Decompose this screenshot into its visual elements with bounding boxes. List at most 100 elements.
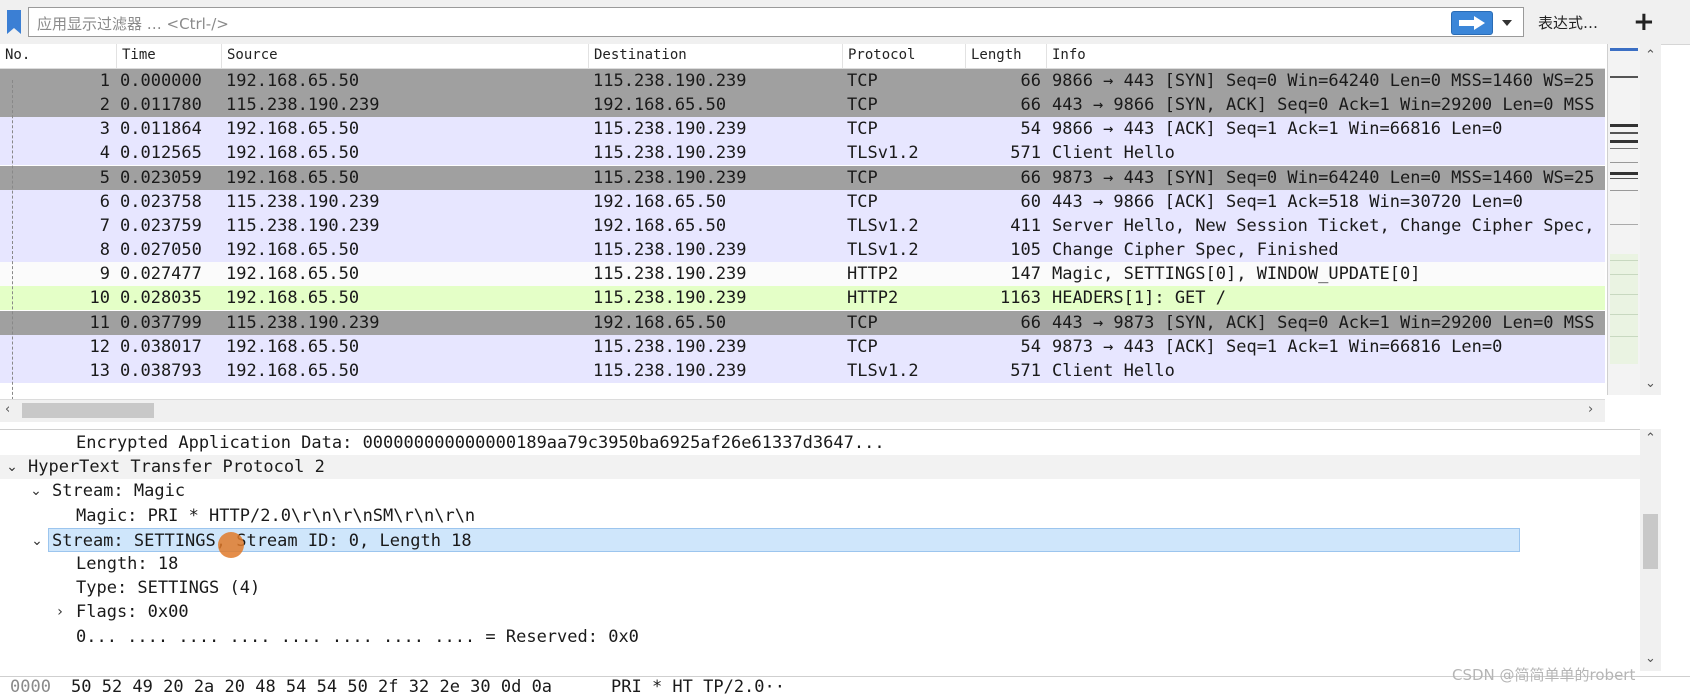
- cell-destination: 115.238.190.239: [593, 119, 747, 140]
- cell-length: 571: [1010, 143, 1041, 164]
- cell-info: Change Cipher Spec, Finished: [1052, 240, 1339, 261]
- scroll-down-arrow-icon[interactable]: ⌄: [1645, 651, 1656, 666]
- cell-source: 192.168.65.50: [226, 360, 360, 381]
- cell-info: 443 → 9873 [SYN, ACK] Seq=0 Ack=1 Win=29…: [1052, 312, 1595, 333]
- cell-no: 3: [99, 119, 110, 140]
- packet-minimap[interactable]: [1607, 44, 1640, 395]
- detail-item-text: Magic: PRI * HTTP/2.0\r\n\r\nSM\r\n\r\n: [76, 505, 476, 526]
- detail-tree-item[interactable]: Type: SETTINGS (4): [0, 576, 1640, 600]
- packet-list-horizontal-scrollbar[interactable]: ‹ ›: [0, 399, 1605, 422]
- cell-source: 192.168.65.50: [226, 71, 360, 91]
- watermark: CSDN @简简单单的robert: [1452, 666, 1636, 684]
- cell-source: 192.168.65.50: [226, 336, 360, 357]
- packet-list-vertical-scrollbar[interactable]: ⌃ ⌄: [1640, 44, 1661, 395]
- bytes-ascii[interactable]: PRI * HT TP/2.0··: [611, 677, 785, 695]
- detail-tree-item[interactable]: ⌄ HyperText Transfer Protocol 2: [0, 455, 1640, 480]
- expanded-chevron-icon[interactable]: ⌄: [4, 455, 20, 479]
- column-header-destination[interactable]: Destination: [594, 47, 687, 63]
- cell-protocol: TCP: [847, 336, 878, 357]
- expanded-chevron-icon[interactable]: ⌄: [29, 529, 45, 553]
- scroll-left-arrow-icon[interactable]: ‹: [5, 402, 10, 417]
- cell-time: 0.037799: [120, 312, 202, 333]
- column-header-no[interactable]: No.: [5, 47, 30, 63]
- bookmark-icon[interactable]: [6, 10, 22, 34]
- display-filter-input[interactable]: 应用显示过滤器 … <Ctrl-/>: [28, 7, 1524, 37]
- details-vertical-scrollbar[interactable]: ⌃ ⌄: [1640, 429, 1661, 671]
- packet-row[interactable]: 9 0.027477 192.168.65.50 115.238.190.239 HTT…: [0, 262, 1605, 287]
- cell-source: 115.238.190.239: [226, 95, 380, 116]
- bytes-offset: 0000: [10, 677, 51, 695]
- detail-item-text: Type: SETTINGS (4): [76, 578, 261, 599]
- cell-time: 0.000000: [120, 71, 202, 91]
- cell-no: 4: [99, 143, 110, 164]
- add-filter-button[interactable]: +: [1633, 7, 1655, 37]
- cell-info: 9866 → 443 [ACK] Seq=1 Ack=1 Win=66816 L…: [1052, 119, 1503, 140]
- detail-item-text: Stream: SETTINGS, Stream ID: 0, Length 1…: [52, 530, 472, 551]
- column-header-time[interactable]: Time: [122, 47, 156, 63]
- packet-row[interactable]: 4 0.012565 192.168.65.50 115.238.190.239 TLS…: [0, 141, 1605, 166]
- scroll-up-arrow-icon[interactable]: ⌃: [1645, 48, 1656, 63]
- packet-bytes-pane: 0000 50 52 49 20 2a 20 48 54 54 50 2f 32…: [0, 676, 1690, 695]
- packet-row[interactable]: 7 0.023759 115.238.190.239 192.168.65.50 TLS…: [0, 213, 1605, 238]
- apply-filter-button[interactable]: [1451, 11, 1493, 35]
- cell-no: 5: [99, 167, 110, 188]
- cell-protocol: TLSv1.2: [847, 143, 919, 164]
- column-header-info[interactable]: Info: [1052, 47, 1086, 63]
- column-header-length[interactable]: Length: [971, 47, 1022, 63]
- cell-time: 0.023759: [120, 215, 202, 236]
- detail-tree-item[interactable]: Length: 18: [0, 552, 1640, 576]
- related-packet-line: [12, 80, 14, 420]
- scroll-right-arrow-icon[interactable]: ›: [1588, 402, 1593, 417]
- detail-tree-item[interactable]: › Flags: 0x00: [0, 600, 1640, 624]
- packet-row[interactable]: 11 0.037799 115.238.190.239 192.168.65.50 TC…: [0, 310, 1605, 335]
- cell-info: Server Hello, New Session Ticket, Change…: [1052, 215, 1595, 236]
- collapsed-chevron-icon[interactable]: ›: [52, 600, 68, 624]
- expression-button[interactable]: 表达式…: [1538, 12, 1598, 33]
- packet-row[interactable]: 8 0.027050 192.168.65.50 115.238.190.239 TLS…: [0, 238, 1605, 263]
- column-header-source[interactable]: Source: [227, 47, 278, 63]
- packet-row[interactable]: 1 0.000000 192.168.65.50 115.238.190.239 TCP…: [0, 69, 1605, 93]
- details-scroll-thumb[interactable]: [1643, 514, 1658, 569]
- bytes-hex[interactable]: 50 52 49 20 2a 20 48 54 54 50 2f 32 2e 3…: [71, 677, 552, 695]
- cell-no: 11: [89, 312, 110, 333]
- expanded-chevron-icon[interactable]: ⌄: [28, 479, 44, 503]
- cell-source: 192.168.65.50: [226, 143, 360, 164]
- scroll-up-arrow-icon[interactable]: ⌃: [1645, 431, 1656, 446]
- cell-destination: 115.238.190.239: [593, 143, 747, 164]
- cell-destination: 115.238.190.239: [593, 264, 747, 285]
- packet-row[interactable]: 5 0.023059 192.168.65.50 115.238.190.239 TCP…: [0, 165, 1605, 190]
- cell-length: 66: [1020, 71, 1041, 91]
- detail-tree-item[interactable]: Encrypted Application Data: 000000000000…: [0, 431, 1640, 455]
- detail-tree-item[interactable]: Magic: PRI * HTTP/2.0\r\n\r\nSM\r\n\r\n: [0, 504, 1640, 528]
- packet-row[interactable]: 6 0.023758 115.238.190.239 192.168.65.50 TCP…: [0, 189, 1605, 214]
- detail-tree-item[interactable]: ⌄ Stream: Magic: [0, 479, 1640, 503]
- cell-destination: 115.238.190.239: [593, 288, 747, 309]
- packet-list: No. Time Source Destination Protocol Len…: [0, 44, 1661, 420]
- packet-row[interactable]: 13 0.038793 192.168.65.50 115.238.190.239 TL…: [0, 358, 1605, 383]
- cell-protocol: TCP: [847, 71, 878, 91]
- cell-no: 2: [99, 95, 110, 116]
- cell-source: 192.168.65.50: [226, 288, 360, 309]
- scroll-down-arrow-icon[interactable]: ⌄: [1645, 376, 1656, 391]
- packet-row[interactable]: 10 0.028035 192.168.65.50 115.238.190.239 HT…: [0, 286, 1605, 311]
- cell-length: 66: [1020, 167, 1041, 188]
- cell-protocol: TLSv1.2: [847, 215, 919, 236]
- cell-no: 13: [89, 360, 110, 381]
- cell-length: 66: [1020, 312, 1041, 333]
- detail-item-text: HyperText Transfer Protocol 2: [28, 457, 325, 478]
- filter-placeholder: 应用显示过滤器 … <Ctrl-/>: [37, 15, 229, 33]
- column-header-protocol[interactable]: Protocol: [848, 47, 915, 63]
- packet-list-header: No. Time Source Destination Protocol Len…: [0, 44, 1605, 69]
- packet-row[interactable]: 12 0.038017 192.168.65.50 115.238.190.239 TC…: [0, 334, 1605, 359]
- cell-info: 9873 → 443 [SYN] Seq=0 Win=64240 Len=0 M…: [1052, 167, 1595, 188]
- cell-protocol: TCP: [847, 167, 878, 188]
- cell-info: HEADERS[1]: GET /: [1052, 288, 1226, 309]
- detail-tree-item[interactable]: ⌄ Stream: SETTINGS, Stream ID: 0, Length …: [31, 527, 1520, 552]
- recent-filters-dropdown-icon[interactable]: [1500, 15, 1514, 29]
- packet-row[interactable]: 2 0.011780 115.238.190.239 192.168.65.50 TCP…: [0, 93, 1605, 118]
- packet-row[interactable]: 3 0.011864 192.168.65.50 115.238.190.239 TCP…: [0, 117, 1605, 142]
- detail-tree-item[interactable]: 0... .... .... .... .... .... .... .... …: [0, 625, 1640, 649]
- cell-source: 115.238.190.239: [226, 191, 380, 212]
- cell-length: 147: [1010, 264, 1041, 285]
- horizontal-scroll-thumb[interactable]: [22, 403, 154, 418]
